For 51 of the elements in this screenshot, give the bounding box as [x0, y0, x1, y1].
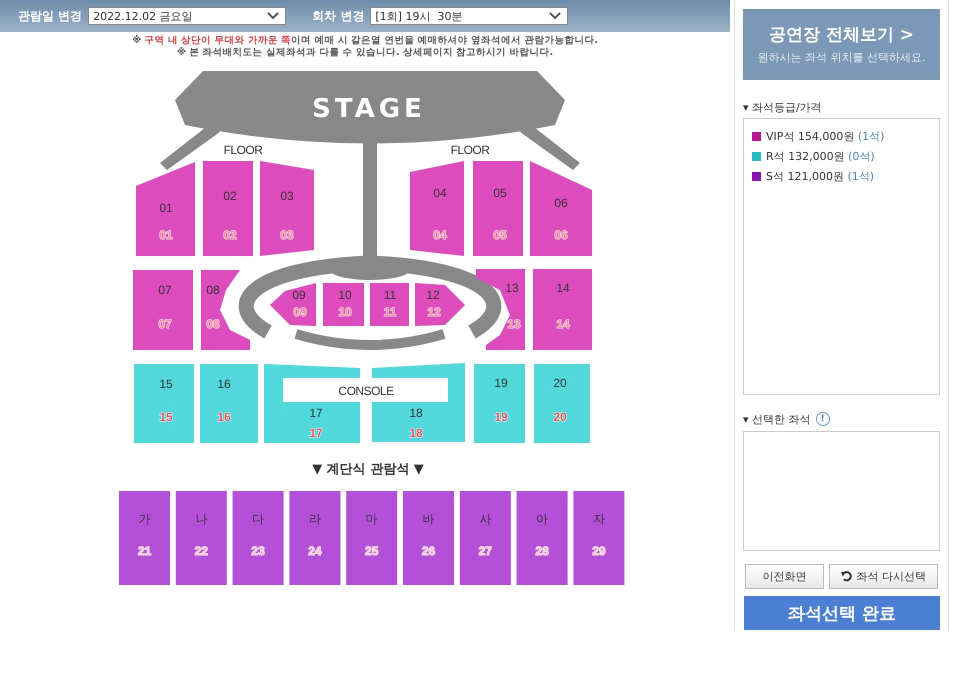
seat-section[interactable]: 05 05 [473, 161, 523, 256]
stage-label: STAGE [312, 94, 426, 124]
seat-section[interactable]: 15 15 [134, 364, 194, 443]
reset-button[interactable]: 좌석 다시선택 [828, 564, 938, 590]
seat-section[interactable]: 08 08 [201, 270, 250, 350]
complete-button[interactable]: 좌석선택 완료 [744, 596, 940, 630]
info-icon[interactable]: ! [816, 412, 830, 426]
seat-section[interactable]: 자 29 [573, 491, 624, 585]
seat-section[interactable]: 사 27 [460, 491, 511, 585]
seat-section[interactable]: 07 07 [133, 270, 193, 350]
grade-price: VIP석 154,000원 (1석) [766, 128, 884, 144]
seat-section[interactable]: 아 28 [516, 491, 568, 585]
seat-section[interactable]: 마 25 [346, 491, 398, 585]
console-label: CONSOLE [283, 378, 448, 402]
seat-section[interactable]: 나 22 [176, 491, 227, 585]
grade-price: S석 121,000원 (1석) [766, 168, 874, 184]
seat-section[interactable]: 09 09 [270, 283, 316, 326]
round-label: 회차 변경 [312, 8, 364, 24]
floor-label: FLOOR [224, 143, 262, 157]
chevron-down-icon [549, 12, 562, 20]
section-heading: ▾ 좌석등급/가격 [743, 100, 823, 115]
seat-section[interactable]: 13 13 [476, 269, 525, 350]
seat-section[interactable]: 16 16 [200, 364, 258, 443]
floor-label: FLOOR [450, 143, 490, 157]
seat-section[interactable]: 01 01 [136, 162, 195, 256]
grade-price: R석 132,000원 (0석) [766, 148, 875, 164]
seat-section[interactable]: 02 02 [203, 161, 253, 256]
seat-section[interactable]: 04 04 [410, 161, 464, 256]
seat-section[interactable]: 11 11 [370, 283, 409, 326]
round-select[interactable]: [1회] 19시 30분 [370, 7, 568, 25]
seat-section[interactable]: 바 26 [403, 491, 454, 585]
seat-section[interactable]: 10 10 [323, 283, 364, 326]
seat-section[interactable]: 06 06 [530, 161, 592, 256]
back-button[interactable]: 이전화면 [745, 564, 824, 590]
date-label: 관람일 변경 [18, 8, 82, 24]
chevron-down-icon [267, 12, 280, 20]
undo-icon [840, 571, 852, 582]
venue-overview-button[interactable]: 공연장 전체보기 > 원하시는 좌석 위치를 선택하세요. [743, 9, 940, 80]
seat-section[interactable]: 라 24 [289, 491, 340, 585]
seat-section[interactable]: 12 12 [415, 283, 465, 326]
section-heading: ▾ 선택한 좌석 [743, 412, 811, 427]
notice-text: ※ 본 좌석배치도는 실제좌석과 다를 수 있습니다. 상세페이지 참고하시기 바랍니다. [176, 47, 554, 59]
date-select[interactable]: 2022.12.02 금요일 [88, 7, 286, 25]
notice-text: ※ 구역 내 상단이 무대와 가까운 쪽이며 예매 시 같은열 연번을 예매하셔야 옆좌석에서 관람가능합니다. [132, 35, 598, 47]
seating-label: ▼ 계단식 관람석 ▼ [312, 462, 424, 477]
seat-section[interactable]: 14 14 [533, 269, 592, 350]
seat-section[interactable]: 가 21 [119, 491, 170, 585]
seat-section[interactable]: 19 19 [474, 364, 525, 443]
seat-section[interactable]: 03 03 [260, 161, 314, 256]
seat-section[interactable]: 20 20 [534, 364, 590, 443]
seat-section[interactable]: 다 23 [232, 491, 284, 585]
